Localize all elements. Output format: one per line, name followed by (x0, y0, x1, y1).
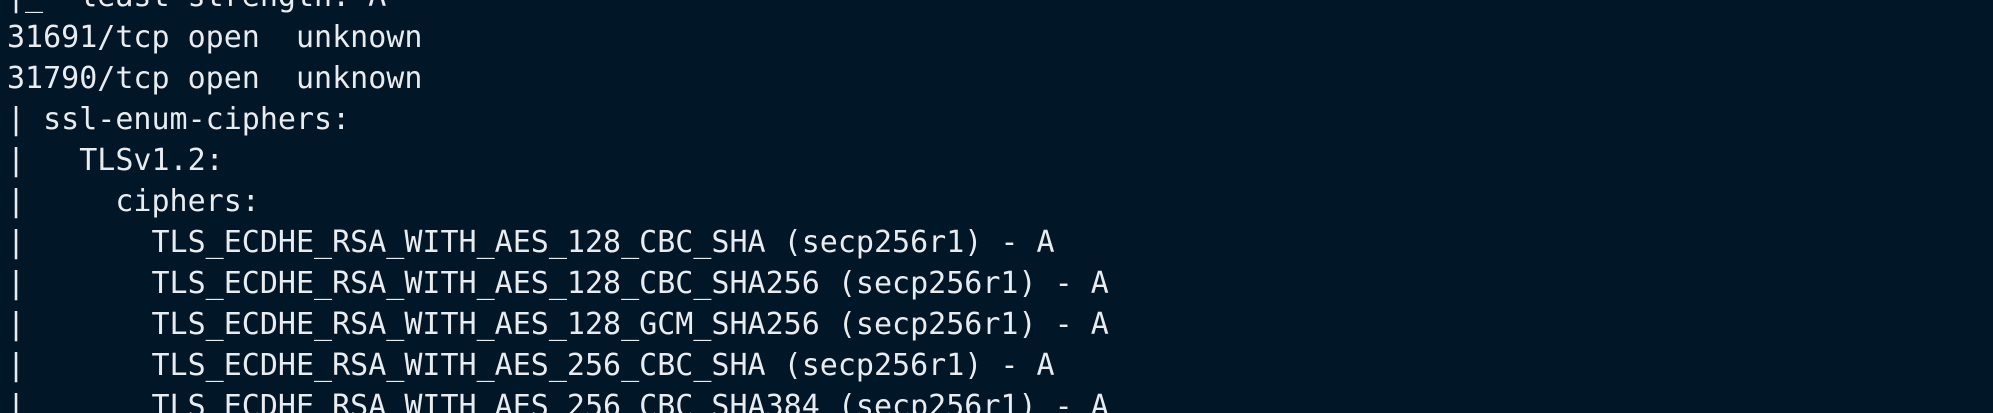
terminal-line-cipher: | TLS_ECDHE_RSA_WITH_AES_128_CBC_SHA (se… (7, 225, 1055, 260)
terminal-output: |_ least strength: A 31691/tcp open unkn… (7, 0, 1109, 413)
terminal-line-ssl-enum-ciphers: | ssl-enum-ciphers: (7, 102, 369, 137)
terminal-line-port-31691: 31691/tcp open unknown (7, 20, 423, 55)
terminal-line-cipher: | TLS_ECDHE_RSA_WITH_AES_256_CBC_SHA384 … (7, 389, 1109, 413)
terminal-line-cipher: | TLS_ECDHE_RSA_WITH_AES_128_CBC_SHA256 … (7, 266, 1109, 301)
terminal-line-port-31790: 31790/tcp open unknown (7, 61, 423, 96)
terminal-line-cipher: | TLS_ECDHE_RSA_WITH_AES_128_GCM_SHA256 … (7, 307, 1109, 342)
terminal-line-ciphers-header: | ciphers: (7, 184, 278, 219)
terminal-window[interactable]: |_ least strength: A 31691/tcp open unkn… (0, 0, 1993, 413)
terminal-line-least-strength: |_ least strength: A (7, 0, 1109, 17)
terminal-line-cipher: | TLS_ECDHE_RSA_WITH_AES_256_CBC_SHA (se… (7, 348, 1055, 383)
terminal-line-tls-version: | TLSv1.2: (7, 143, 242, 178)
